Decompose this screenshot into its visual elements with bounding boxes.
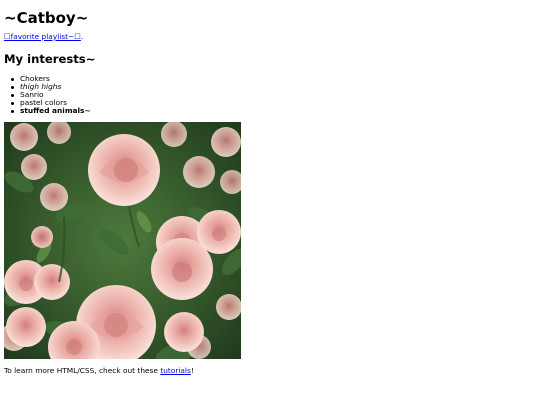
roses-photo: [4, 122, 241, 359]
footer-before: To learn more HTML/CSS, check out these: [4, 366, 161, 375]
footer-after: !: [190, 366, 194, 375]
interests-list: Chokers thigh highs Sanrio pastel colors…: [4, 74, 91, 116]
roses-illustration: [4, 122, 241, 359]
playlist-link[interactable]: ☐favorite playlist~☐: [4, 32, 81, 41]
interests-heading: My interests~: [4, 52, 96, 66]
playlist-link-label: favorite playlist~: [10, 32, 75, 41]
tutorials-link[interactable]: tutorials: [160, 366, 191, 375]
footer-text: To learn more HTML/CSS, check out these …: [4, 366, 194, 376]
interest-item-stuffed-animals: stuffed animals~: [11, 106, 91, 116]
page-title: ~Catboy~: [4, 9, 89, 27]
playlist-prefix-glyph: ☐: [4, 32, 11, 41]
interest-text: stuffed animals~: [20, 106, 91, 116]
playlist-suffix-glyph: ☐: [74, 32, 81, 41]
playlist-trailing-period: .: [80, 32, 84, 41]
playlist-line: ☐favorite playlist~☐.: [4, 32, 84, 42]
